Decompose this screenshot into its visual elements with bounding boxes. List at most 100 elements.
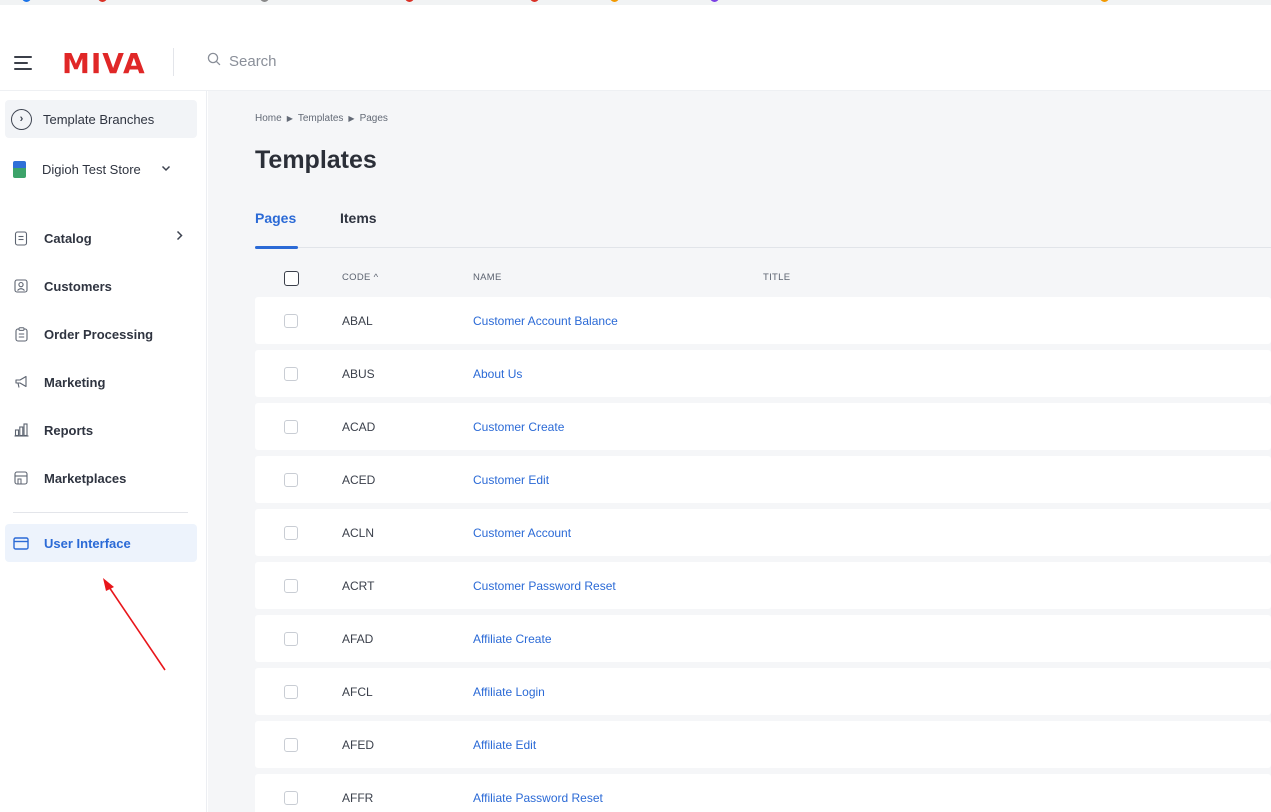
row-checkbox[interactable] (284, 579, 298, 593)
store-icon (13, 160, 26, 178)
table-header: CODE ^ NAME TITLE (255, 263, 1271, 293)
table-row[interactable]: ACAD Customer Create (255, 403, 1271, 450)
bookmark-item[interactable] (405, 0, 418, 4)
store-name: Digioh Test Store (42, 161, 141, 177)
sidebar-item-catalog[interactable]: Catalog (5, 219, 197, 257)
table-row[interactable]: AFFR Affiliate Password Reset (255, 774, 1271, 812)
table-row[interactable]: ACED Customer Edit (255, 456, 1271, 503)
bookmark-item[interactable] (610, 0, 623, 4)
tab-items[interactable]: Items (340, 210, 377, 248)
table-row[interactable]: ABAL Customer Account Balance (255, 297, 1271, 344)
table-row[interactable]: ACLN Customer Account (255, 509, 1271, 556)
sidebar-item-label: Order Processing (44, 326, 154, 342)
row-checkbox[interactable] (284, 473, 298, 487)
sidebar-item-marketing[interactable]: Marketing (5, 363, 197, 401)
bookmark-item[interactable] (260, 0, 273, 4)
brand-logo[interactable]: MIVA (62, 47, 146, 80)
sidebar-item-label: Marketing (44, 374, 106, 390)
bookmark-item[interactable] (98, 0, 111, 4)
breadcrumb: Home ▶ Templates ▶ Pages (255, 113, 388, 124)
search-input[interactable] (229, 52, 589, 70)
sidebar-item-order-processing[interactable]: Order Processing (5, 315, 197, 353)
row-checkbox[interactable] (284, 526, 298, 540)
row-code: ACRT (342, 579, 375, 593)
table-row[interactable]: AFCL Affiliate Login (255, 668, 1271, 715)
bookmark-item[interactable] (22, 0, 35, 4)
row-name-link[interactable]: Affiliate Edit (473, 738, 536, 752)
table-row[interactable]: ABUS About Us (255, 350, 1271, 397)
row-code: AFFR (342, 791, 374, 805)
row-name-link[interactable]: Customer Account Balance (473, 314, 618, 328)
main-content: Home ▶ Templates ▶ Pages Templates Pages… (208, 91, 1271, 812)
sidebar-item-label: Customers (44, 278, 112, 294)
row-checkbox[interactable] (284, 632, 298, 646)
table-row[interactable]: AFAD Affiliate Create (255, 615, 1271, 662)
chevron-down-icon (161, 163, 171, 175)
page-title: Templates (255, 146, 377, 174)
row-code: ACED (342, 473, 376, 487)
top-header: MIVA (0, 5, 1271, 91)
bar-chart-icon (13, 422, 29, 438)
column-header-name[interactable]: NAME (473, 272, 502, 283)
row-checkbox[interactable] (284, 791, 298, 805)
storefront-icon (13, 470, 29, 486)
row-checkbox[interactable] (284, 420, 298, 434)
row-checkbox[interactable] (284, 738, 298, 752)
row-name-link[interactable]: Affiliate Login (473, 685, 545, 699)
sidebar-item-customers[interactable]: Customers (5, 267, 197, 305)
row-name-link[interactable]: Affiliate Create (473, 632, 552, 646)
select-all-checkbox[interactable] (284, 271, 299, 286)
chevron-right-icon (176, 229, 183, 244)
row-checkbox[interactable] (284, 367, 298, 381)
column-header-code[interactable]: CODE ^ (342, 272, 378, 283)
row-name-link[interactable]: Affiliate Password Reset (473, 791, 603, 805)
megaphone-icon (13, 374, 29, 390)
tab-bar: Pages Items (255, 210, 1271, 249)
row-name-link[interactable]: Customer Account (473, 526, 571, 540)
tab-label: Pages (255, 210, 297, 226)
bookmark-item[interactable] (1100, 0, 1113, 4)
row-code: ACLN (342, 526, 375, 540)
table-row[interactable]: AFED Affiliate Edit (255, 721, 1271, 768)
sidebar: › Template Branches Digioh Test Store Ca… (0, 91, 207, 812)
bookmark-item[interactable] (710, 0, 723, 4)
breadcrumb-separator-icon: ▶ (348, 114, 355, 123)
row-checkbox[interactable] (284, 314, 298, 328)
chevron-right-icon: › (11, 108, 32, 130)
sidebar-divider (13, 512, 188, 513)
sidebar-item-user-interface[interactable]: User Interface (5, 524, 197, 562)
row-name-link[interactable]: About Us (473, 367, 522, 381)
row-code: ABAL (342, 314, 373, 328)
sidebar-item-marketplaces[interactable]: Marketplaces (5, 459, 197, 497)
header-divider (173, 48, 174, 76)
template-branches-button[interactable]: › Template Branches (5, 100, 197, 138)
column-header-title[interactable]: TITLE (763, 272, 790, 283)
breadcrumb-pages: Pages (359, 113, 388, 124)
sidebar-item-reports[interactable]: Reports (5, 411, 197, 449)
template-branches-label: Template Branches (43, 111, 155, 127)
sidebar-item-label: Catalog (44, 230, 92, 246)
row-checkbox[interactable] (284, 685, 298, 699)
table-row[interactable]: ACRT Customer Password Reset (255, 562, 1271, 609)
breadcrumb-separator-icon: ▶ (286, 114, 293, 123)
tab-label: Items (340, 210, 377, 226)
search-icon (207, 52, 221, 71)
row-name-link[interactable]: Customer Create (473, 420, 564, 434)
customers-icon (13, 278, 29, 294)
row-code: AFED (342, 738, 375, 752)
row-name-link[interactable]: Customer Edit (473, 473, 549, 487)
clipboard-icon (13, 326, 29, 342)
catalog-icon (13, 230, 29, 246)
tab-pages[interactable]: Pages (255, 210, 298, 249)
breadcrumb-home[interactable]: Home (255, 113, 282, 124)
window-icon (13, 535, 29, 551)
row-name-link[interactable]: Customer Password Reset (473, 579, 616, 593)
sidebar-item-label: User Interface (44, 535, 131, 551)
bookmark-item[interactable] (530, 0, 543, 4)
search-bar[interactable] (207, 48, 607, 74)
breadcrumb-templates[interactable]: Templates (298, 113, 344, 124)
menu-toggle-icon[interactable] (14, 56, 32, 70)
sidebar-item-label: Reports (44, 422, 94, 438)
store-selector[interactable]: Digioh Test Store (5, 150, 197, 188)
annotation-arrow (103, 578, 166, 671)
